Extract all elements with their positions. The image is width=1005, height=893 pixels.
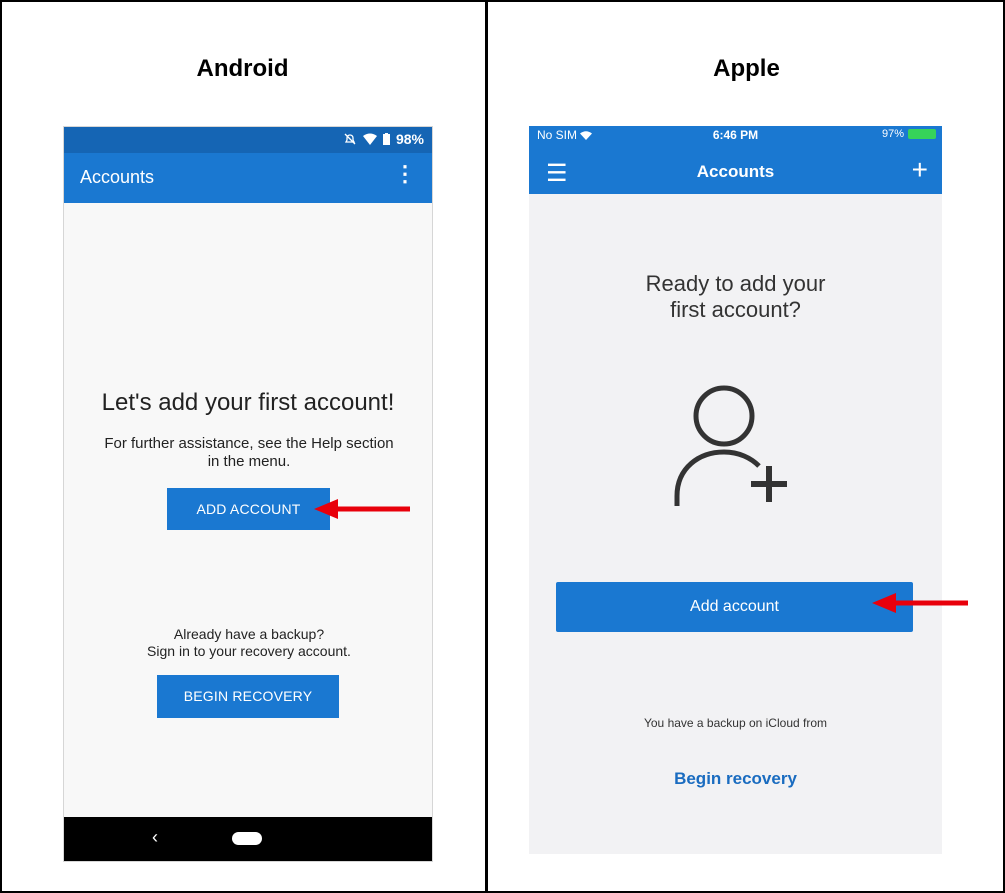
ios-add-account-button[interactable]: Add account: [556, 582, 913, 632]
home-pill-icon[interactable]: [232, 832, 262, 845]
android-backup-text: Already have a backup? Sign in to your r…: [104, 626, 394, 660]
android-begin-recovery-button[interactable]: BEGIN RECOVERY: [157, 675, 339, 718]
android-battery-text: 98%: [395, 131, 424, 147]
apple-column-title: Apple: [713, 55, 780, 82]
more-vertical-icon[interactable]: ⋮: [394, 163, 416, 185]
ios-header: No SIM 6:46 PM 97% ☰ Accounts +: [529, 126, 942, 194]
android-red-arrow: [314, 499, 410, 519]
back-icon[interactable]: ‹: [152, 827, 158, 848]
ios-title: Accounts: [696, 162, 775, 181]
ios-time: 6:46 PM: [712, 128, 759, 142]
ios-ready-text: Ready to add your first account?: [529, 271, 942, 323]
plus-icon[interactable]: +: [912, 156, 928, 184]
android-help-text: For further assistance, see the Help sec…: [104, 435, 394, 470]
ios-backup-text: You have a backup on iCloud from: [643, 716, 827, 730]
android-backup-line-2: Sign in to your recovery account.: [147, 643, 351, 659]
android-app-bar: Accounts ⋮: [64, 153, 432, 203]
android-phone-screen: 98% Accounts ⋮ Let's add your first acco…: [63, 126, 433, 862]
ios-battery-text: 97%: [881, 128, 904, 140]
android-backup-line-1: Already have a backup?: [173, 626, 325, 642]
android-app-title: Accounts: [80, 167, 155, 187]
battery-icon: [908, 129, 936, 139]
android-heading: Let's add your first account!: [101, 389, 395, 416]
apple-red-arrow: [872, 593, 968, 613]
wifi-icon: [362, 133, 377, 145]
add-user-icon: [674, 385, 787, 506]
android-nav-bar: ‹: [64, 817, 432, 861]
ios-ready-line-2: first account?: [670, 297, 801, 322]
bell-off-icon: [344, 133, 356, 145]
battery-icon: [382, 133, 390, 145]
android-column-title: Android: [196, 55, 289, 82]
apple-phone-screen: No SIM 6:46 PM 97% ☰ Accounts + Ready to…: [529, 126, 942, 854]
android-add-account-button[interactable]: ADD ACCOUNT: [167, 488, 330, 530]
ios-begin-recovery-link[interactable]: Begin recovery: [529, 769, 942, 789]
android-status-icons: 98%: [343, 131, 424, 147]
ios-ready-line-1: Ready to add your: [645, 271, 826, 296]
column-divider: [485, 0, 488, 893]
android-status-bar: 98%: [64, 127, 432, 153]
ios-battery: 97%: [882, 128, 936, 140]
